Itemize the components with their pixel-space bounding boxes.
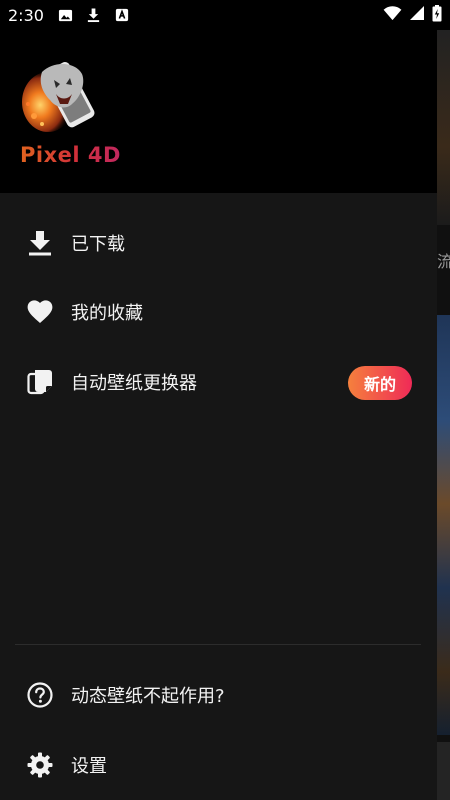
heart-icon — [26, 298, 54, 326]
navigation-drawer: Pixel 4D 已下载 我的收藏 自动壁纸更换器 新的 动态壁纸不起作用? 设… — [0, 30, 437, 800]
background-image-1 — [437, 30, 450, 225]
menu-divider — [15, 644, 421, 645]
drawer-header: Pixel 4D — [0, 30, 437, 193]
app-logo-icon — [20, 54, 100, 136]
background-image-3 — [437, 742, 450, 800]
menu-item-live-wallpaper-help[interactable]: 动态壁纸不起作用? — [0, 665, 437, 725]
background-app-content: 流 — [437, 30, 450, 800]
menu-item-label: 已下载 — [71, 234, 125, 255]
screen: 2:30 流 Pixel 4D 已下载 我的收藏 自动壁纸更换器 新的 动态壁纸… — [0, 0, 450, 800]
image-icon — [58, 7, 74, 23]
signal-icon — [409, 5, 425, 25]
menu-item-label: 自动壁纸更换器 — [71, 373, 197, 394]
menu-item-favorites[interactable]: 我的收藏 — [0, 282, 437, 342]
status-bar: 2:30 — [0, 0, 450, 30]
gear-icon — [26, 751, 54, 779]
battery-icon — [432, 4, 442, 26]
menu-item-settings[interactable]: 设置 — [0, 735, 437, 795]
status-time: 2:30 — [8, 5, 44, 25]
status-right — [383, 4, 442, 26]
background-image-2 — [437, 315, 450, 735]
help-circle-icon — [26, 681, 54, 709]
a-box-icon — [114, 7, 130, 23]
download-icon — [86, 7, 102, 23]
menu-item-label: 设置 — [71, 756, 107, 777]
menu-item-downloaded[interactable]: 已下载 — [0, 213, 437, 273]
menu-item-label: 我的收藏 — [71, 303, 143, 324]
new-badge: 新的 — [348, 366, 412, 400]
wifi-icon — [383, 5, 402, 25]
download-icon — [26, 229, 54, 257]
menu-item-label: 动态壁纸不起作用? — [71, 686, 225, 707]
wallpaper-stack-icon — [26, 368, 54, 396]
app-name-logo: Pixel 4D — [20, 143, 121, 167]
background-partial-text: 流 — [437, 252, 450, 271]
menu-item-auto-wallpaper-changer[interactable]: 自动壁纸更换器 新的 — [0, 352, 437, 412]
